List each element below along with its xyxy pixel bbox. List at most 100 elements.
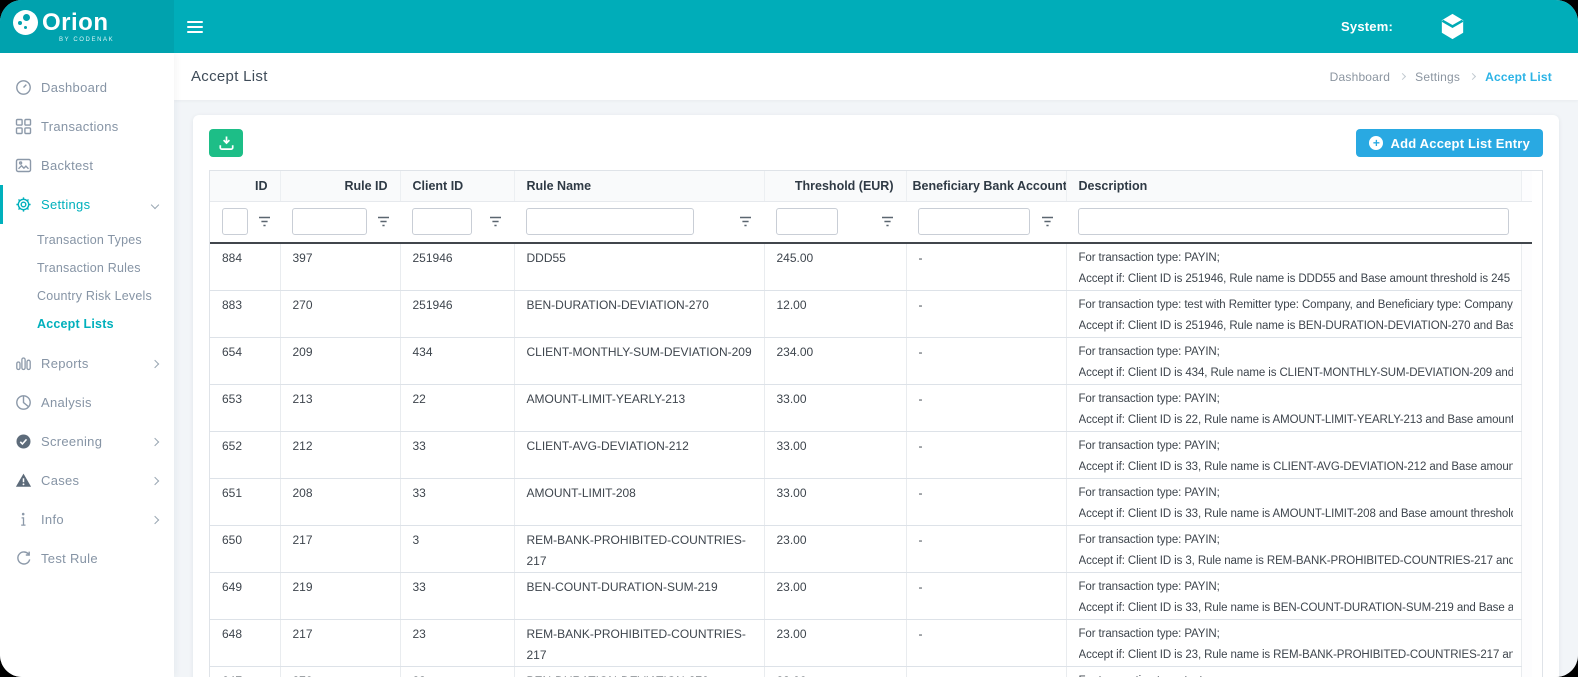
filter-icon[interactable] <box>258 216 271 227</box>
description-line-1: For transaction type: PAYIN; <box>1079 248 1513 269</box>
column-header-rule-name[interactable]: Rule Name <box>514 171 764 201</box>
sidebar-item-backtest[interactable]: Backtest <box>0 146 174 185</box>
column-header-beneficiary-bank-account[interactable]: Beneficiary Bank Account <box>906 171 1066 201</box>
cell-threshold: 23.00 <box>764 573 906 620</box>
cell-description: For transaction type: test with Remitter… <box>1066 291 1521 338</box>
sidebar-item-dashboard[interactable]: Dashboard <box>0 68 174 107</box>
scrollbar-gutter <box>1521 243 1532 291</box>
cell-client-id: 33 <box>400 479 514 526</box>
description-line-1: For transaction type: PAYIN; <box>1079 389 1513 410</box>
sidebar-subitem-transaction-rules[interactable]: Transaction Rules <box>0 254 174 282</box>
filter-icon[interactable] <box>881 216 894 227</box>
breadcrumb-item-settings[interactable]: Settings <box>1415 70 1460 84</box>
sidebar-item-label: Transactions <box>41 119 119 134</box>
table-row: 653 213 22 AMOUNT-LIMIT-YEARLY-213 33.00… <box>210 385 1532 432</box>
plus-icon: + <box>1369 136 1383 150</box>
filter-icon[interactable] <box>489 216 502 227</box>
scrollbar-gutter <box>1521 385 1532 432</box>
sidebar-item-info[interactable]: Info <box>0 500 174 539</box>
reports-bar-chart-icon <box>14 355 32 373</box>
download-button[interactable] <box>209 129 243 157</box>
top-bar: Orion by CODENAK System: <box>0 0 1578 53</box>
table-row: 884 397 251946 DDD55 245.00 - For transa… <box>210 243 1532 291</box>
cell-rule-id: 217 <box>280 620 400 667</box>
sidebar-item-transactions[interactable]: Transactions <box>0 107 174 146</box>
accept-list-grid: ID Rule ID Client ID Rule Name Threshold… <box>209 170 1543 677</box>
transactions-grid-icon <box>14 118 32 136</box>
filter-input-client-id[interactable] <box>412 208 472 235</box>
cell-threshold: 12.00 <box>764 291 906 338</box>
chevron-right-icon <box>151 515 159 523</box>
backtest-image-icon <box>14 157 32 175</box>
filter-input-rule-id[interactable] <box>292 208 367 235</box>
cell-rule-name: CLIENT-MONTHLY-SUM-DEVIATION-209 <box>514 338 764 385</box>
scrollbar-gutter <box>1521 291 1532 338</box>
filter-input-description[interactable] <box>1078 208 1509 235</box>
add-accept-list-entry-button[interactable]: + Add Accept List Entry <box>1356 129 1543 157</box>
cell-beneficiary-bank-account: - <box>906 291 1066 338</box>
filter-icon[interactable] <box>739 216 752 227</box>
filter-input-threshold[interactable] <box>776 208 838 235</box>
card-toolbar: + Add Accept List Entry <box>209 129 1543 157</box>
cell-rule-id: 209 <box>280 338 400 385</box>
cell-description: For transaction type: PAYIN; Accept if: … <box>1066 243 1521 291</box>
table-row: 650 217 3 REM-BANK-PROHIBITED-COUNTRIES-… <box>210 526 1532 573</box>
description-line-1: For transaction type: PAYIN; <box>1079 436 1513 457</box>
scrollbar-gutter <box>1521 620 1532 667</box>
logo: Orion by CODENAK <box>0 0 174 53</box>
filter-input-rule-name[interactable] <box>526 208 694 235</box>
column-header-client-id[interactable]: Client ID <box>400 171 514 201</box>
description-line-1: For transaction type: PAYIN; <box>1079 577 1513 598</box>
system-package-icon[interactable] <box>1437 11 1468 42</box>
chevron-right-icon <box>151 437 159 445</box>
filter-input-id[interactable] <box>222 208 248 235</box>
sidebar-item-cases[interactable]: Cases <box>0 461 174 500</box>
breadcrumb-separator-icon <box>1469 73 1476 80</box>
cell-client-id: 22 <box>400 385 514 432</box>
cell-id: 654 <box>210 338 280 385</box>
description-line-2: Accept if: Client ID is 434, Rule name i… <box>1079 363 1513 384</box>
sidebar-subitem-accept-lists[interactable]: Accept Lists <box>0 310 174 338</box>
sidebar-item-analysis[interactable]: Analysis <box>0 383 174 422</box>
sidebar-item-settings[interactable]: Settings <box>0 185 174 224</box>
cell-client-id: 23 <box>400 620 514 667</box>
sidebar-item-reports[interactable]: Reports <box>0 344 174 383</box>
filter-icon[interactable] <box>377 216 390 227</box>
filter-icon[interactable] <box>1041 216 1054 227</box>
sidebar-item-test-rule[interactable]: Test Rule <box>0 539 174 578</box>
description-line-1: For transaction type: test; <box>1079 671 1513 677</box>
cell-beneficiary-bank-account: - <box>906 432 1066 479</box>
breadcrumb: Dashboard Settings Accept List <box>1330 70 1552 84</box>
sidebar-item-label: Reports <box>41 356 89 371</box>
column-header-threshold[interactable]: Threshold (EUR) <box>764 171 906 201</box>
column-header-description[interactable]: Description <box>1066 171 1521 201</box>
description-line-2: Accept if: Client ID is 23, Rule name is… <box>1079 645 1513 666</box>
cell-description: For transaction type: PAYIN; Accept if: … <box>1066 385 1521 432</box>
sidebar-subitem-transaction-types[interactable]: Transaction Types <box>0 226 174 254</box>
sidebar: Dashboard Transactions Backtest <box>0 53 174 677</box>
cell-rule-id: 208 <box>280 479 400 526</box>
cell-client-id: 23 <box>400 667 514 677</box>
description-line-2: Accept if: Client ID is 251946, Rule nam… <box>1079 269 1513 290</box>
cell-client-id: 434 <box>400 338 514 385</box>
system-label: System: <box>1341 19 1393 34</box>
column-header-rule-id[interactable]: Rule ID <box>280 171 400 201</box>
filter-input-beneficiary[interactable] <box>918 208 1030 235</box>
cell-threshold: 234.00 <box>764 338 906 385</box>
description-line-2: Accept if: Client ID is 22, Rule name is… <box>1079 410 1513 431</box>
cell-id: 883 <box>210 291 280 338</box>
sidebar-item-label: Backtest <box>41 158 93 173</box>
scrollbar-gutter <box>1521 667 1532 677</box>
table-body: 884 397 251946 DDD55 245.00 - For transa… <box>210 243 1532 677</box>
breadcrumb-item-dashboard[interactable]: Dashboard <box>1330 70 1391 84</box>
sidebar-subitem-country-risk-levels[interactable]: Country Risk Levels <box>0 282 174 310</box>
column-header-id[interactable]: ID <box>210 171 280 201</box>
cell-rule-name: BEN-DURATION-DEVIATION-270 <box>514 667 764 677</box>
hamburger-menu-icon[interactable] <box>187 21 203 33</box>
sidebar-item-screening[interactable]: Screening <box>0 422 174 461</box>
table-row: 652 212 33 CLIENT-AVG-DEVIATION-212 33.0… <box>210 432 1532 479</box>
download-icon <box>218 135 235 151</box>
logo-byline: by CODENAK <box>59 37 174 43</box>
info-icon <box>14 511 32 529</box>
filter-row <box>210 201 1532 243</box>
